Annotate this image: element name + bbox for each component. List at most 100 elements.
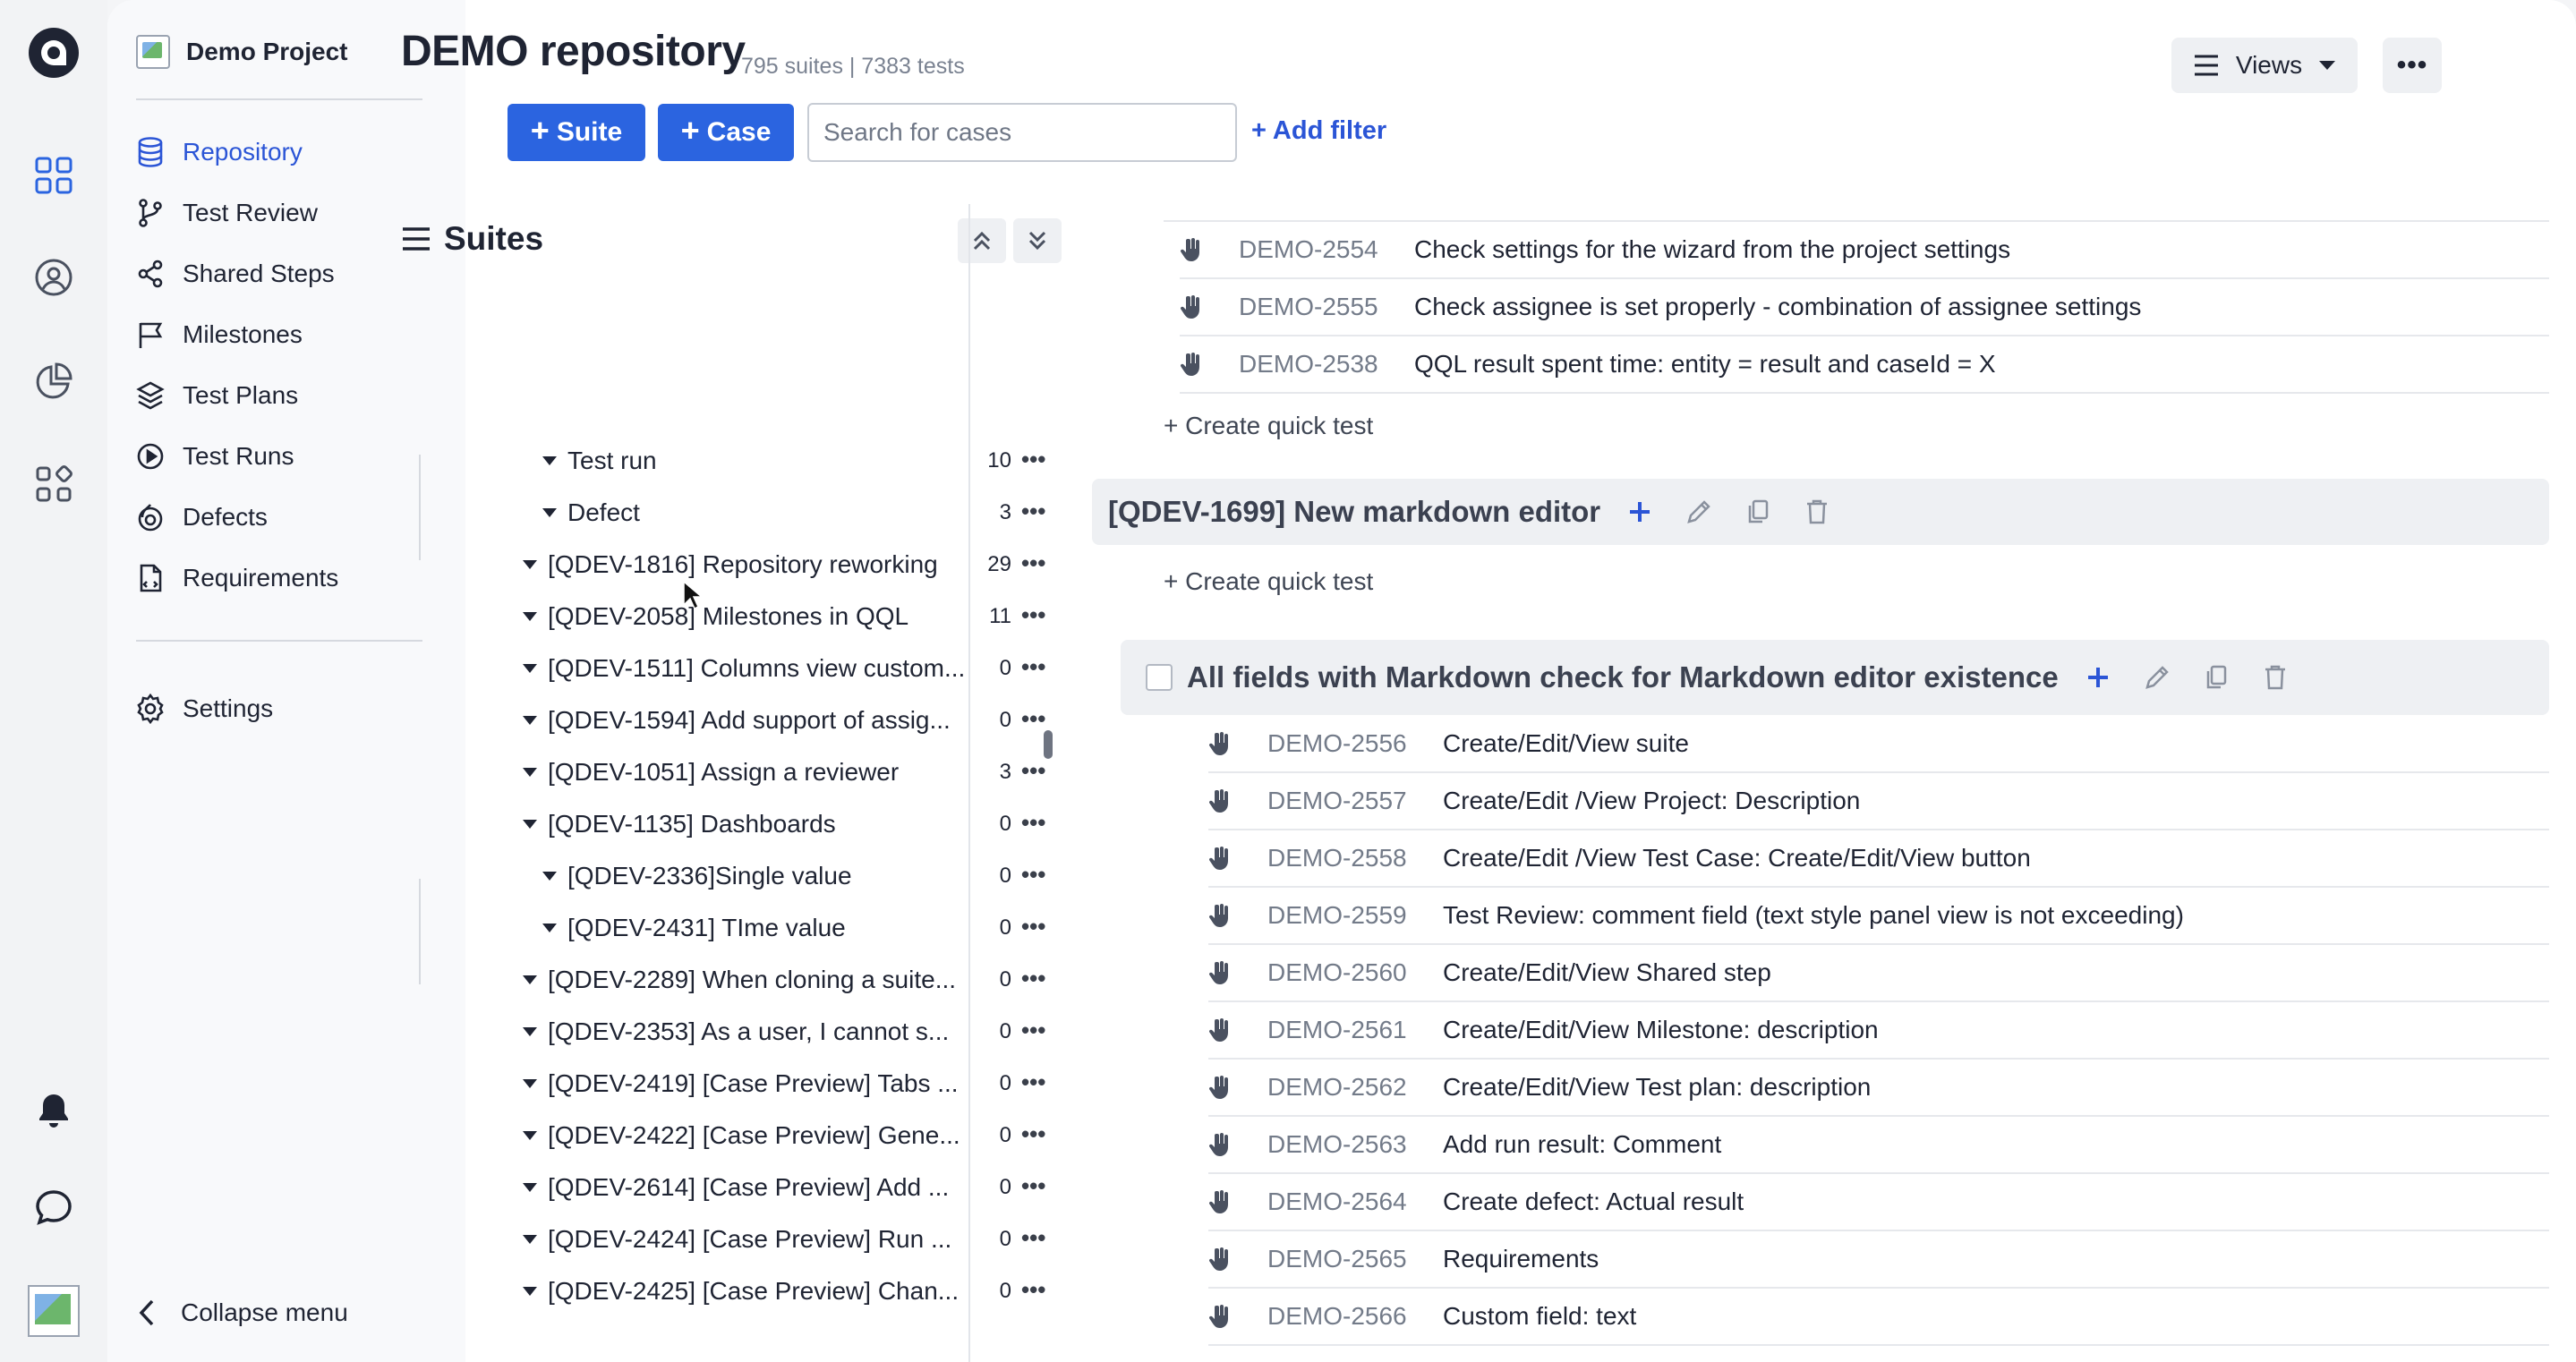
case-row[interactable]: DEMO-2565 Requirements bbox=[1208, 1231, 2549, 1289]
apps-icon[interactable] bbox=[24, 455, 83, 514]
caret-down-icon[interactable] bbox=[523, 1079, 537, 1088]
suite-tree-item[interactable]: [QDEV-2419] [Case Preview] Tabs ... bbox=[523, 1062, 985, 1105]
chat-bubble-icon[interactable] bbox=[24, 1178, 83, 1237]
case-row[interactable]: DEMO-2559 Test Review: comment field (tex… bbox=[1208, 888, 2549, 945]
tree-scrollbar[interactable] bbox=[1044, 730, 1053, 759]
suite-header[interactable]: All fields with Markdown check for Markd… bbox=[1121, 640, 2549, 715]
suite-select-checkbox[interactable] bbox=[1146, 664, 1173, 691]
case-title[interactable]: Create/Edit/View Shared step bbox=[1443, 958, 1771, 987]
case-row[interactable]: DEMO-2557 Create/Edit /View Project: Desc… bbox=[1208, 773, 2549, 830]
edit-pencil-icon[interactable] bbox=[1679, 492, 1719, 532]
suite-more-icon[interactable]: ••• bbox=[1021, 1068, 1053, 1096]
caret-down-icon[interactable] bbox=[523, 664, 537, 673]
caret-down-icon[interactable] bbox=[523, 612, 537, 621]
copy-icon[interactable] bbox=[1738, 492, 1778, 532]
suite-tree-item[interactable]: [QDEV-2058] Milestones in QQL bbox=[523, 595, 985, 638]
add-case-to-suite-icon[interactable] bbox=[2078, 658, 2118, 697]
suite-more-icon[interactable]: ••• bbox=[1021, 1017, 1053, 1044]
suite-tree-item[interactable]: [QDEV-1511] Columns view custom... bbox=[523, 647, 985, 690]
create-quick-test-link[interactable]: + Create quick test bbox=[1164, 567, 1373, 596]
drag-handle-icon[interactable] bbox=[1208, 845, 1233, 872]
caret-down-icon[interactable] bbox=[523, 1183, 537, 1192]
suite-tree-item[interactable]: [QDEV-2336]Single value bbox=[542, 855, 985, 898]
drag-handle-icon[interactable] bbox=[1208, 959, 1233, 986]
case-title[interactable]: Check settings for the wizard from the p… bbox=[1414, 235, 2010, 264]
caret-down-icon[interactable] bbox=[542, 456, 557, 465]
caret-down-icon[interactable] bbox=[542, 508, 557, 517]
sidebar-item-settings[interactable]: Settings bbox=[134, 686, 273, 731]
case-title[interactable]: Create/Edit /View Project: Description bbox=[1443, 787, 1860, 815]
case-id[interactable]: DEMO-2556 bbox=[1267, 729, 1443, 758]
search-input[interactable] bbox=[807, 103, 1237, 162]
collapse-all-button[interactable] bbox=[958, 218, 1006, 263]
delete-trash-icon[interactable] bbox=[2256, 658, 2295, 697]
case-id[interactable]: DEMO-2560 bbox=[1267, 958, 1443, 987]
case-title[interactable]: Test Review: comment field (text style p… bbox=[1443, 901, 2184, 930]
drag-handle-icon[interactable] bbox=[1208, 1303, 1233, 1330]
add-suite-button[interactable]: + Suite bbox=[508, 104, 645, 161]
case-title[interactable]: Create defect: Actual result bbox=[1443, 1187, 1744, 1216]
case-id[interactable]: DEMO-2555 bbox=[1239, 293, 1414, 321]
case-title[interactable]: Create/Edit/View Milestone: description bbox=[1443, 1016, 1879, 1044]
drag-handle-icon[interactable] bbox=[1208, 1246, 1233, 1273]
case-title[interactable]: Create/Edit /View Test Case: Create/Edit… bbox=[1443, 844, 2031, 873]
suite-more-icon[interactable]: ••• bbox=[1021, 1120, 1053, 1148]
case-id[interactable]: DEMO-2561 bbox=[1267, 1016, 1443, 1044]
suite-tree-item[interactable]: Test run bbox=[542, 439, 985, 482]
suite-more-icon[interactable]: ••• bbox=[1021, 861, 1053, 889]
suite-more-icon[interactable]: ••• bbox=[1021, 1224, 1053, 1252]
sidebar-item-test-plans[interactable]: Test Plans bbox=[134, 373, 298, 418]
suite-more-icon[interactable]: ••• bbox=[1021, 1172, 1053, 1200]
case-title[interactable]: Custom field: text bbox=[1443, 1302, 1636, 1331]
create-quick-test-link[interactable]: + Create quick test bbox=[1164, 412, 1373, 440]
projects-grid-icon[interactable] bbox=[24, 146, 83, 205]
suite-more-icon[interactable]: ••• bbox=[1021, 601, 1053, 629]
edit-pencil-icon[interactable] bbox=[2137, 658, 2177, 697]
case-id[interactable]: DEMO-2554 bbox=[1239, 235, 1414, 264]
suite-tree-item[interactable]: [QDEV-1816] Repository reworking bbox=[523, 543, 985, 586]
case-title[interactable]: Create/Edit/View suite bbox=[1443, 729, 1689, 758]
case-id[interactable]: DEMO-2563 bbox=[1267, 1130, 1443, 1159]
case-row[interactable]: DEMO-2560 Create/Edit/View Shared step bbox=[1208, 945, 2549, 1002]
caret-down-icon[interactable] bbox=[523, 820, 537, 829]
caret-down-icon[interactable] bbox=[523, 768, 537, 777]
case-row[interactable]: DEMO-2554 Check settings for the wizard f… bbox=[1180, 222, 2549, 279]
case-row[interactable]: DEMO-2558 Create/Edit /View Test Case: Cr… bbox=[1208, 830, 2549, 888]
delete-trash-icon[interactable] bbox=[1797, 492, 1837, 532]
suite-more-icon[interactable]: ••• bbox=[1021, 757, 1053, 785]
sidebar-item-requirements[interactable]: Requirements bbox=[134, 556, 338, 600]
expand-all-button[interactable] bbox=[1013, 218, 1062, 263]
case-row[interactable]: DEMO-2561 Create/Edit/View Milestone: des… bbox=[1208, 1002, 2549, 1060]
sidebar-item-test-runs[interactable]: Test Runs bbox=[134, 434, 294, 479]
views-dropdown[interactable]: Views bbox=[2171, 38, 2358, 93]
caret-down-icon[interactable] bbox=[523, 975, 537, 984]
case-title[interactable]: Create/Edit/View Test plan: description bbox=[1443, 1073, 1871, 1102]
suite-tree-item[interactable]: [QDEV-2422] [Case Preview] Gene... bbox=[523, 1114, 985, 1157]
caret-down-icon[interactable] bbox=[542, 872, 557, 881]
drag-handle-icon[interactable] bbox=[1208, 1074, 1233, 1101]
case-row[interactable]: DEMO-2562 Create/Edit/View Test plan: des… bbox=[1208, 1060, 2549, 1117]
caret-down-icon[interactable] bbox=[523, 560, 537, 569]
case-id[interactable]: DEMO-2565 bbox=[1267, 1245, 1443, 1273]
suite-more-icon[interactable]: ••• bbox=[1021, 1276, 1053, 1304]
suite-tree-item[interactable]: Defect bbox=[542, 491, 985, 534]
notifications-bell-icon[interactable] bbox=[24, 1081, 83, 1140]
case-id[interactable]: DEMO-2562 bbox=[1267, 1073, 1443, 1102]
drag-handle-icon[interactable] bbox=[1208, 787, 1233, 814]
case-row[interactable]: DEMO-2556 Create/Edit/View suite bbox=[1208, 716, 2549, 773]
suite-header[interactable]: [QDEV-1699] New markdown editor bbox=[1092, 479, 2549, 545]
case-id[interactable]: DEMO-2559 bbox=[1267, 901, 1443, 930]
suite-more-icon[interactable]: ••• bbox=[1021, 446, 1053, 473]
project-header[interactable]: Demo Project bbox=[136, 32, 348, 72]
suite-more-icon[interactable]: ••• bbox=[1021, 653, 1053, 681]
case-row[interactable]: DEMO-2555 Check assignee is set properly … bbox=[1180, 279, 2549, 336]
analytics-pie-icon[interactable] bbox=[24, 352, 83, 411]
drag-handle-icon[interactable] bbox=[1208, 902, 1233, 929]
case-id[interactable]: DEMO-2538 bbox=[1239, 350, 1414, 379]
case-id[interactable]: DEMO-2558 bbox=[1267, 844, 1443, 873]
suite-tree-item[interactable]: [QDEV-1135] Dashboards bbox=[523, 803, 985, 846]
sidebar-item-milestones[interactable]: Milestones bbox=[134, 312, 303, 357]
suite-tree-item[interactable]: [QDEV-2614] [Case Preview] Add ... bbox=[523, 1166, 985, 1209]
app-logo-icon[interactable] bbox=[24, 23, 83, 82]
suite-tree-item[interactable]: [QDEV-2353] As a user, I cannot s... bbox=[523, 1010, 985, 1053]
